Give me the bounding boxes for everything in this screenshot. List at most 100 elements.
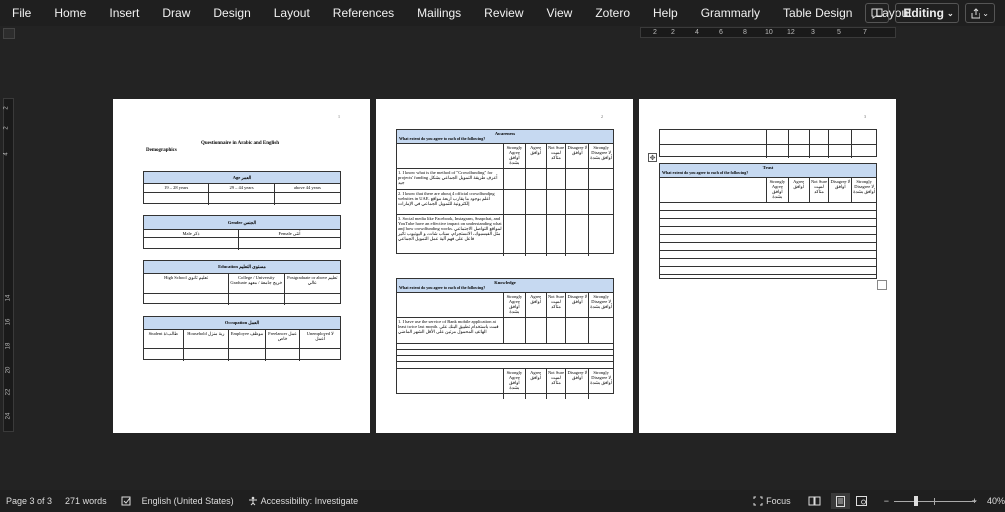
vertical-ruler[interactable]: 2 2 4 14 16 18 20 22 24 <box>3 98 14 432</box>
comments-button[interactable] <box>865 3 889 23</box>
menu-home[interactable]: Home <box>54 6 86 20</box>
menu-design[interactable]: Design <box>213 6 250 20</box>
empty-row[interactable] <box>660 243 876 250</box>
table-cell[interactable] <box>810 145 830 158</box>
table-cell[interactable] <box>285 294 340 305</box>
table-cell[interactable] <box>852 145 876 158</box>
table-cell[interactable] <box>789 130 810 144</box>
read-mode-icon[interactable] <box>808 496 821 507</box>
language-status[interactable]: English (United States) <box>142 496 234 506</box>
table-cell[interactable] <box>144 349 184 361</box>
table-cell[interactable] <box>184 349 230 361</box>
answer-cell[interactable] <box>566 215 590 256</box>
empty-row[interactable] <box>660 267 876 274</box>
answer-cell[interactable] <box>589 169 613 189</box>
menu-view[interactable]: View <box>547 6 573 20</box>
document-page-3[interactable]: 3 ✥ Trust What extent do you agree to ea… <box>639 99 896 433</box>
answer-cell[interactable] <box>504 190 526 214</box>
page-count[interactable]: Page 3 of 3 <box>6 496 52 506</box>
proofing-icon[interactable] <box>121 496 132 507</box>
table-cell[interactable] <box>229 349 266 361</box>
table-cell[interactable] <box>810 130 830 144</box>
empty-row[interactable] <box>397 356 613 361</box>
empty-row[interactable] <box>397 362 613 368</box>
table-move-handle[interactable]: ✥ <box>648 153 657 162</box>
menu-review[interactable]: Review <box>484 6 523 20</box>
table-cell[interactable] <box>829 145 853 158</box>
ruler-tick: 5 <box>837 29 841 36</box>
share-button[interactable]: ⌄ <box>965 3 995 23</box>
accessibility-icon[interactable] <box>248 496 259 507</box>
empty-row[interactable] <box>660 275 876 282</box>
table-cell[interactable] <box>852 130 876 144</box>
focus-mode[interactable]: Focus <box>766 496 791 506</box>
accessibility-status[interactable]: Accessibility: Investigate <box>261 496 359 506</box>
table-cell[interactable] <box>789 145 810 158</box>
answer-cell[interactable] <box>589 318 613 343</box>
answer-cell[interactable] <box>526 318 547 343</box>
table-cell[interactable] <box>144 238 240 250</box>
zoom-thumb[interactable] <box>913 496 918 506</box>
menu-file[interactable]: File <box>12 6 31 20</box>
table-cell[interactable] <box>829 130 853 144</box>
zoom-out-button[interactable]: − <box>884 496 889 506</box>
zoom-slider[interactable] <box>893 496 976 506</box>
answer-cell[interactable] <box>547 318 567 343</box>
table-cell[interactable] <box>239 238 340 250</box>
word-count[interactable]: 271 words <box>65 496 107 506</box>
answer-cell[interactable] <box>589 215 613 256</box>
table-cell[interactable] <box>266 349 301 361</box>
editing-mode-button[interactable]: Editing ⌄ <box>895 3 959 23</box>
menu-layout[interactable]: Layout <box>274 6 310 20</box>
table-cell[interactable] <box>229 294 285 305</box>
empty-row[interactable] <box>660 251 876 258</box>
web-layout-icon[interactable] <box>855 496 868 507</box>
answer-cell[interactable] <box>547 215 567 256</box>
table-cell[interactable] <box>209 193 275 205</box>
menu-mailings[interactable]: Mailings <box>417 6 461 20</box>
answer-cell[interactable] <box>547 169 567 189</box>
table-cell[interactable] <box>767 130 789 144</box>
table-cell[interactable] <box>144 294 230 305</box>
menu-grammarly[interactable]: Grammarly <box>701 6 760 20</box>
table-cell[interactable] <box>767 145 789 158</box>
empty-row[interactable] <box>660 211 876 218</box>
menu-help[interactable]: Help <box>653 6 678 20</box>
document-page-2[interactable]: 2 Awareness What extent do you agree to … <box>376 99 633 433</box>
answer-cell[interactable] <box>547 190 567 214</box>
print-layout-icon[interactable] <box>830 493 850 509</box>
answer-cell[interactable] <box>526 215 547 256</box>
tab-selector[interactable] <box>3 28 15 39</box>
empty-row[interactable] <box>660 219 876 226</box>
empty-row[interactable] <box>397 350 613 355</box>
answer-cell[interactable] <box>526 169 547 189</box>
focus-icon[interactable] <box>753 496 764 507</box>
answer-cell[interactable] <box>526 190 547 214</box>
table-cell[interactable] <box>660 130 767 144</box>
answer-cell[interactable] <box>566 318 590 343</box>
answer-cell[interactable] <box>589 190 613 214</box>
horizontal-ruler[interactable]: 2 2 4 6 8 10 12 3 5 7 <box>640 27 896 38</box>
empty-row[interactable] <box>660 203 876 210</box>
menu-zotero[interactable]: Zotero <box>595 6 630 20</box>
empty-row[interactable] <box>660 227 876 234</box>
answer-cell[interactable] <box>504 318 526 343</box>
empty-row[interactable] <box>660 235 876 242</box>
table-cell[interactable] <box>275 193 340 205</box>
document-page-1[interactable]: 1 Questionnaire in Arabic and English De… <box>113 99 370 433</box>
table-cell[interactable] <box>300 349 340 361</box>
empty-row[interactable] <box>660 259 876 266</box>
empty-row[interactable] <box>397 344 613 349</box>
table-cell[interactable] <box>660 145 767 158</box>
menu-draw[interactable]: Draw <box>162 6 190 20</box>
table-cell[interactable] <box>144 193 210 205</box>
answer-cell[interactable] <box>504 215 526 256</box>
table-resize-handle[interactable] <box>877 280 887 290</box>
zoom-level[interactable]: 40% <box>987 496 1005 506</box>
answer-cell[interactable] <box>504 169 526 189</box>
menu-table-design[interactable]: Table Design <box>783 6 852 20</box>
menu-references[interactable]: References <box>333 6 394 20</box>
answer-cell[interactable] <box>566 169 590 189</box>
menu-insert[interactable]: Insert <box>109 6 139 20</box>
answer-cell[interactable] <box>566 190 590 214</box>
